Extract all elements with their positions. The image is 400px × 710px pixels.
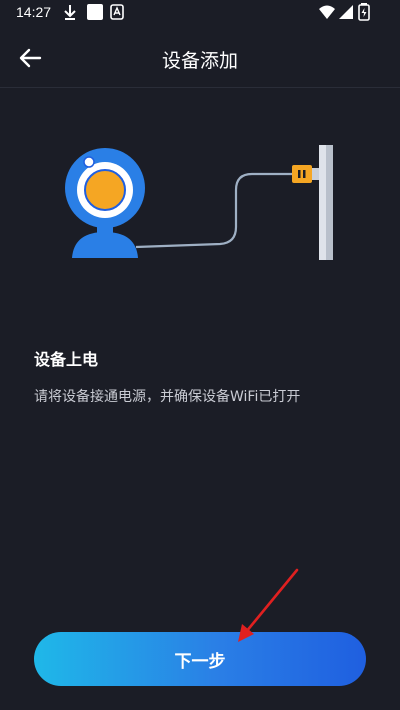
app-notification-icon <box>110 4 124 20</box>
status-bar: 14:27 <box>0 0 400 26</box>
wifi-icon <box>319 5 335 19</box>
next-button-label: 下一步 <box>174 651 226 672</box>
battery-icon <box>358 3 370 21</box>
page-title: 设备添加 <box>161 50 238 72</box>
wall-socket-icon <box>319 145 333 260</box>
step-title: 设备上电 <box>34 350 99 369</box>
status-time: 14:27 <box>16 4 52 20</box>
power-on-illustration <box>65 145 333 260</box>
next-button[interactable]: 下一步 <box>34 632 366 686</box>
camera-icon <box>65 148 145 258</box>
app-bar: 设备添加 <box>0 26 400 88</box>
signal-icon <box>339 5 353 19</box>
download-icon <box>64 5 76 20</box>
step-description: 请将设备接通电源，并确保设备WiFi已打开 <box>34 389 301 405</box>
power-plug-icon <box>292 165 319 183</box>
power-cable <box>135 172 292 249</box>
notification-square-icon <box>87 4 103 20</box>
